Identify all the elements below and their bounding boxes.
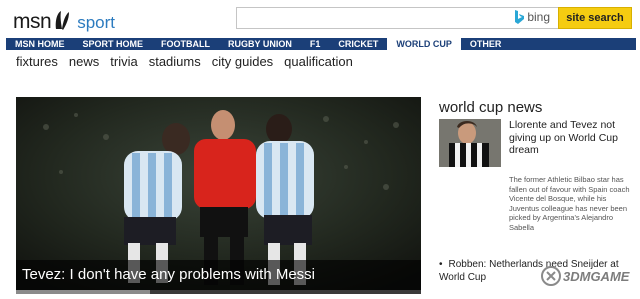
search-bar: bing site search (236, 7, 632, 29)
watermark-logo-icon (541, 266, 561, 286)
subnav-stadiums[interactable]: stadiums (149, 54, 201, 69)
story-title-link[interactable]: Llorente and Tevez not giving up on Worl… (509, 119, 633, 157)
msn-sport-logo[interactable]: msn sport (13, 6, 115, 34)
nav-msn-home[interactable]: MSN HOME (6, 38, 74, 50)
nav-rugby-union[interactable]: RUGBY UNION (219, 38, 301, 50)
hero-progress-bar (16, 290, 421, 294)
world-cup-news-heading: world cup news (439, 99, 543, 116)
subnav-qualification[interactable]: qualification (284, 54, 353, 69)
subnav-trivia[interactable]: trivia (110, 54, 137, 69)
watermark-text: 3DMGAME (563, 268, 630, 284)
nav-cricket[interactable]: CRICKET (329, 38, 387, 50)
bing-icon (515, 10, 525, 24)
story-summary: The former Athletic Bilbao star has fall… (509, 175, 630, 232)
world-cup-subnav: fixtures news trivia stadiums city guide… (16, 54, 353, 69)
bullet-icon: • (439, 259, 443, 270)
search-input[interactable] (236, 7, 558, 29)
main-nav: MSN HOME SPORT HOME FOOTBALL RUGBY UNION… (6, 38, 636, 50)
subnav-fixtures[interactable]: fixtures (16, 54, 58, 69)
site-search-button[interactable]: site search (558, 7, 632, 29)
hero-caption[interactable]: Tevez: I don't have any problems with Me… (16, 260, 421, 290)
story-thumbnail[interactable] (439, 119, 501, 167)
logo-sport-text: sport (77, 13, 115, 32)
nav-f1[interactable]: F1 (301, 38, 330, 50)
bing-label: bing (527, 10, 550, 24)
site-header: msn sport bing site search (0, 0, 640, 38)
subnav-news[interactable]: news (69, 54, 99, 69)
nav-sport-home[interactable]: SPORT HOME (74, 38, 153, 50)
hero-carousel[interactable]: Tevez: I don't have any problems with Me… (16, 97, 421, 294)
bing-brand: bing (514, 10, 550, 24)
llorente-photo (439, 119, 501, 167)
nav-world-cup[interactable]: WORLD CUP (387, 38, 461, 50)
nav-other[interactable]: OTHER (461, 38, 511, 50)
nav-football[interactable]: FOOTBALL (152, 38, 219, 50)
hero-progress-fill (16, 290, 150, 294)
logo-msn-text: msn (13, 10, 52, 33)
subnav-city-guides[interactable]: city guides (212, 54, 273, 69)
butterfly-icon (55, 11, 70, 30)
hero-caption-text: Tevez: I don't have any problems with Me… (22, 266, 315, 283)
watermark: 3DMGAME (541, 266, 629, 286)
